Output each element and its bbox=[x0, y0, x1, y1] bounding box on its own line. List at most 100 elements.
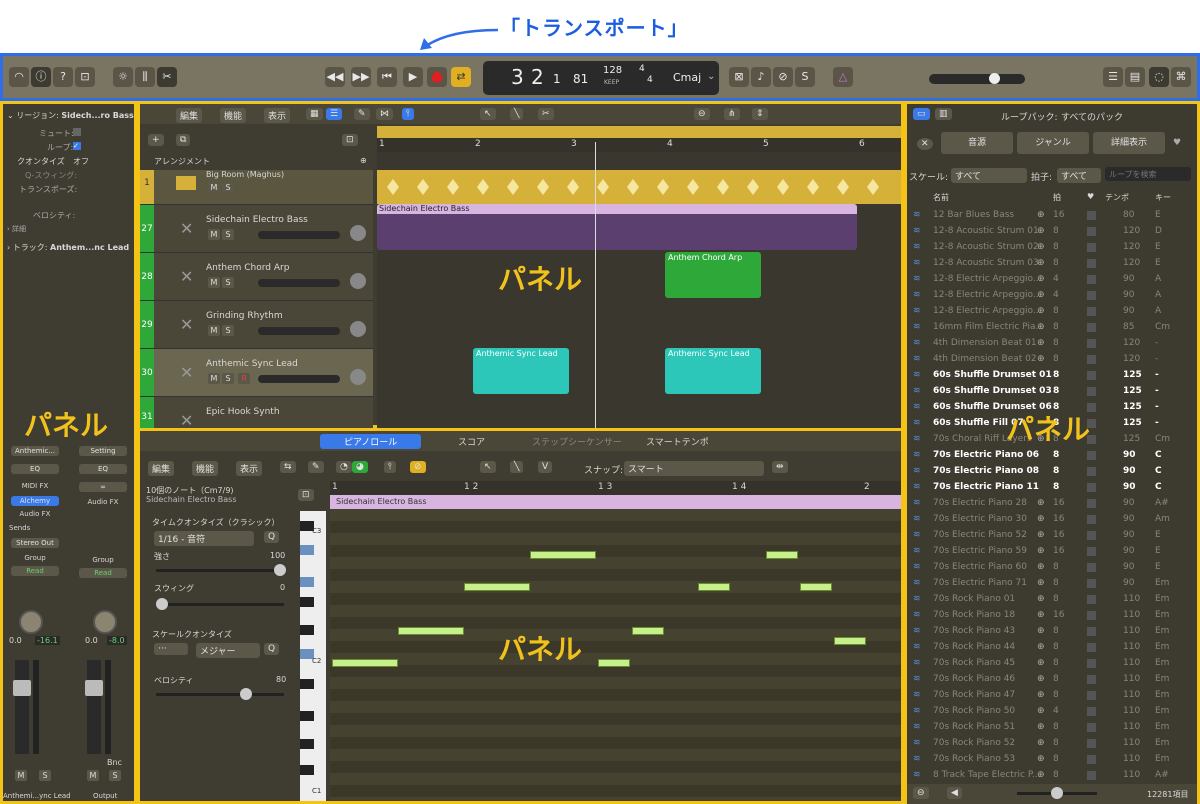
arrange-area[interactable]: Sidechain Electro Bass Anthem Chord Arp … bbox=[377, 142, 901, 428]
download-icon[interactable]: ⊕ bbox=[1037, 738, 1045, 748]
favorite-checkbox[interactable] bbox=[1087, 627, 1096, 636]
favorite-checkbox[interactable] bbox=[1087, 515, 1096, 524]
piano-keyboard[interactable]: C3 C2 C1 bbox=[300, 511, 326, 801]
download-icon[interactable]: ⊕ bbox=[1037, 722, 1045, 732]
track-header-30[interactable]: 30 ✕ Anthemic Sync Lead M S R bbox=[140, 348, 373, 397]
loop-row[interactable]: ≋ 4th Dimension Beat 02 ⊕ 8 120 - bbox=[907, 352, 1197, 368]
download-icon[interactable]: ⊕ bbox=[1037, 274, 1045, 284]
download-icon[interactable]: ⊕ bbox=[1037, 770, 1045, 780]
favorite-checkbox[interactable] bbox=[1087, 691, 1096, 700]
loop-row[interactable]: ≋ 12 Bar Blues Bass ⊕ 16 80 E bbox=[907, 208, 1197, 224]
black-key[interactable] bbox=[300, 545, 314, 555]
favorite-col-icon[interactable]: ♥ bbox=[1087, 192, 1094, 201]
metronome-icon[interactable]: S bbox=[795, 67, 815, 87]
catch-icon[interactable]: ⫯ bbox=[384, 461, 396, 473]
favorite-checkbox[interactable] bbox=[1087, 643, 1096, 652]
mute-button[interactable]: M bbox=[208, 277, 220, 288]
go-to-start-icon[interactable]: ⏮ bbox=[377, 67, 397, 87]
pan-knob[interactable] bbox=[350, 369, 366, 385]
track-header-29[interactable]: 29 ✕ Grinding Rhythm M S bbox=[140, 300, 373, 349]
download-icon[interactable]: ⊕ bbox=[1037, 610, 1045, 620]
loop-row[interactable]: ≋ 70s Electric Piano 28 ⊕ 16 90 A# bbox=[907, 496, 1197, 512]
favorite-checkbox[interactable] bbox=[1087, 659, 1096, 668]
loop-row[interactable]: ≋ 70s Electric Piano 30 ⊕ 16 90 Am bbox=[907, 512, 1197, 528]
fader-track[interactable] bbox=[13, 660, 31, 754]
grid-icon[interactable]: ▦ bbox=[306, 108, 323, 120]
catch-icon[interactable]: ⫯ bbox=[402, 108, 414, 120]
swing-slider[interactable] bbox=[156, 598, 284, 610]
track-volume[interactable] bbox=[258, 327, 340, 335]
track-header-27[interactable]: 27 ✕ Sidechain Electro Bass M S bbox=[140, 204, 373, 253]
loop-row[interactable]: ≋ 70s Electric Piano 59 ⊕ 16 90 E bbox=[907, 544, 1197, 560]
track-header-31[interactable]: 31 ✕ Epic Hook Synth bbox=[140, 396, 373, 430]
favorite-checkbox[interactable] bbox=[1087, 579, 1096, 588]
download-icon[interactable]: ⊕ bbox=[1037, 258, 1045, 268]
favorite-checkbox[interactable] bbox=[1087, 371, 1096, 380]
download-icon[interactable]: ⊕ bbox=[1037, 322, 1045, 332]
black-key[interactable] bbox=[300, 625, 314, 635]
col-tempo[interactable]: テンポ bbox=[1105, 192, 1129, 203]
snap-select[interactable]: スマート bbox=[624, 461, 764, 476]
col-name[interactable]: 名前 bbox=[933, 192, 949, 203]
bar-ruler[interactable]: 1 2 3 4 5 6 bbox=[377, 138, 901, 152]
browser-icon[interactable]: ⌘ bbox=[1171, 67, 1191, 87]
favorite-checkbox[interactable] bbox=[1087, 723, 1096, 732]
solo-button[interactable]: S bbox=[222, 229, 234, 240]
loop-row[interactable]: ≋ 12-8 Acoustic Strum 01 ⊕ 8 120 D bbox=[907, 224, 1197, 240]
download-icon[interactable]: ⊕ bbox=[1037, 706, 1045, 716]
pan-knob[interactable] bbox=[19, 610, 43, 634]
playhead[interactable] bbox=[595, 142, 596, 428]
track-volume[interactable] bbox=[258, 231, 340, 239]
loop-checkbox[interactable]: ✓ bbox=[73, 142, 81, 150]
setting-button[interactable]: Setting bbox=[79, 446, 127, 456]
favorite-checkbox[interactable] bbox=[1087, 483, 1096, 492]
group-label[interactable]: Group bbox=[9, 554, 61, 562]
clear-icon[interactable]: ✕ bbox=[917, 138, 933, 150]
midi-note[interactable] bbox=[530, 551, 596, 559]
download-icon[interactable]: ⊕ bbox=[1037, 578, 1045, 588]
library-icon[interactable]: ◠ bbox=[9, 67, 29, 87]
duplicate-track-icon[interactable]: ⧉ bbox=[176, 134, 191, 146]
track-header-1[interactable]: 1 Big Room (Maghus) M S bbox=[140, 170, 373, 204]
loop-row[interactable]: ≋ 70s Rock Piano 45 ⊕ 8 110 Em bbox=[907, 656, 1197, 672]
black-key[interactable] bbox=[300, 739, 314, 749]
scale-quantize-button[interactable]: Q bbox=[264, 643, 280, 655]
quantize-value[interactable]: オフ bbox=[73, 156, 89, 167]
download-icon[interactable]: ⊕ bbox=[1037, 642, 1045, 652]
loop-row[interactable]: ≋ 70s Rock Piano 53 ⊕ 8 110 Em bbox=[907, 752, 1197, 768]
lead-region-1[interactable]: Anthemic Sync Lead bbox=[473, 348, 569, 394]
strength-slider[interactable] bbox=[156, 564, 286, 576]
favorite-checkbox[interactable] bbox=[1087, 355, 1096, 364]
favorite-checkbox[interactable] bbox=[1087, 323, 1096, 332]
slider-handle[interactable] bbox=[240, 688, 252, 700]
region-toggle-icon[interactable]: ⊡ bbox=[298, 489, 314, 501]
favorite-checkbox[interactable] bbox=[1087, 595, 1096, 604]
loop-row[interactable]: ≋ 70s Rock Piano 52 ⊕ 8 110 Em bbox=[907, 736, 1197, 752]
tab-step-sequencer[interactable]: ステップシーケンサー bbox=[532, 435, 622, 448]
download-icon[interactable]: ⊕ bbox=[1037, 354, 1045, 364]
favorite-checkbox[interactable] bbox=[1087, 307, 1096, 316]
mute-button[interactable]: M bbox=[208, 182, 220, 193]
midi-note[interactable] bbox=[332, 659, 398, 667]
download-icon[interactable]: ⊕ bbox=[1037, 690, 1045, 700]
sends-label[interactable]: Sends bbox=[9, 524, 61, 532]
loop-row[interactable]: ≋ 12-8 Acoustic Strum 02 ⊕ 8 120 E bbox=[907, 240, 1197, 256]
cycle-ruler[interactable] bbox=[377, 126, 901, 138]
black-key[interactable] bbox=[300, 711, 314, 721]
download-icon[interactable]: ⊕ bbox=[1037, 594, 1045, 604]
add-marker-icon[interactable]: ⊕ bbox=[360, 156, 367, 165]
track-row[interactable]: › トラック: Anthem...nc Lead bbox=[7, 242, 129, 253]
speaker-icon[interactable]: ◀ bbox=[947, 787, 962, 799]
edit-menu[interactable]: 編集 bbox=[176, 108, 203, 123]
favorite-checkbox[interactable] bbox=[1087, 291, 1096, 300]
fader-handle[interactable] bbox=[85, 680, 103, 696]
eq-button[interactable]: EQ bbox=[11, 464, 59, 474]
automation-read[interactable]: Read bbox=[11, 566, 59, 576]
loop-row[interactable]: ≋ 60s Shuffle Drumset 01 8 125 - bbox=[907, 368, 1197, 384]
favorite-checkbox[interactable] bbox=[1087, 547, 1096, 556]
black-key[interactable] bbox=[300, 577, 314, 587]
loop-row[interactable]: ≋ 70s Rock Piano 50 ⊕ 4 110 Em bbox=[907, 704, 1197, 720]
detail-row[interactable]: › 詳細 bbox=[7, 224, 26, 234]
midi-note[interactable] bbox=[632, 627, 664, 635]
loop-row[interactable]: ≋ 70s Rock Piano 51 ⊕ 8 110 Em bbox=[907, 720, 1197, 736]
